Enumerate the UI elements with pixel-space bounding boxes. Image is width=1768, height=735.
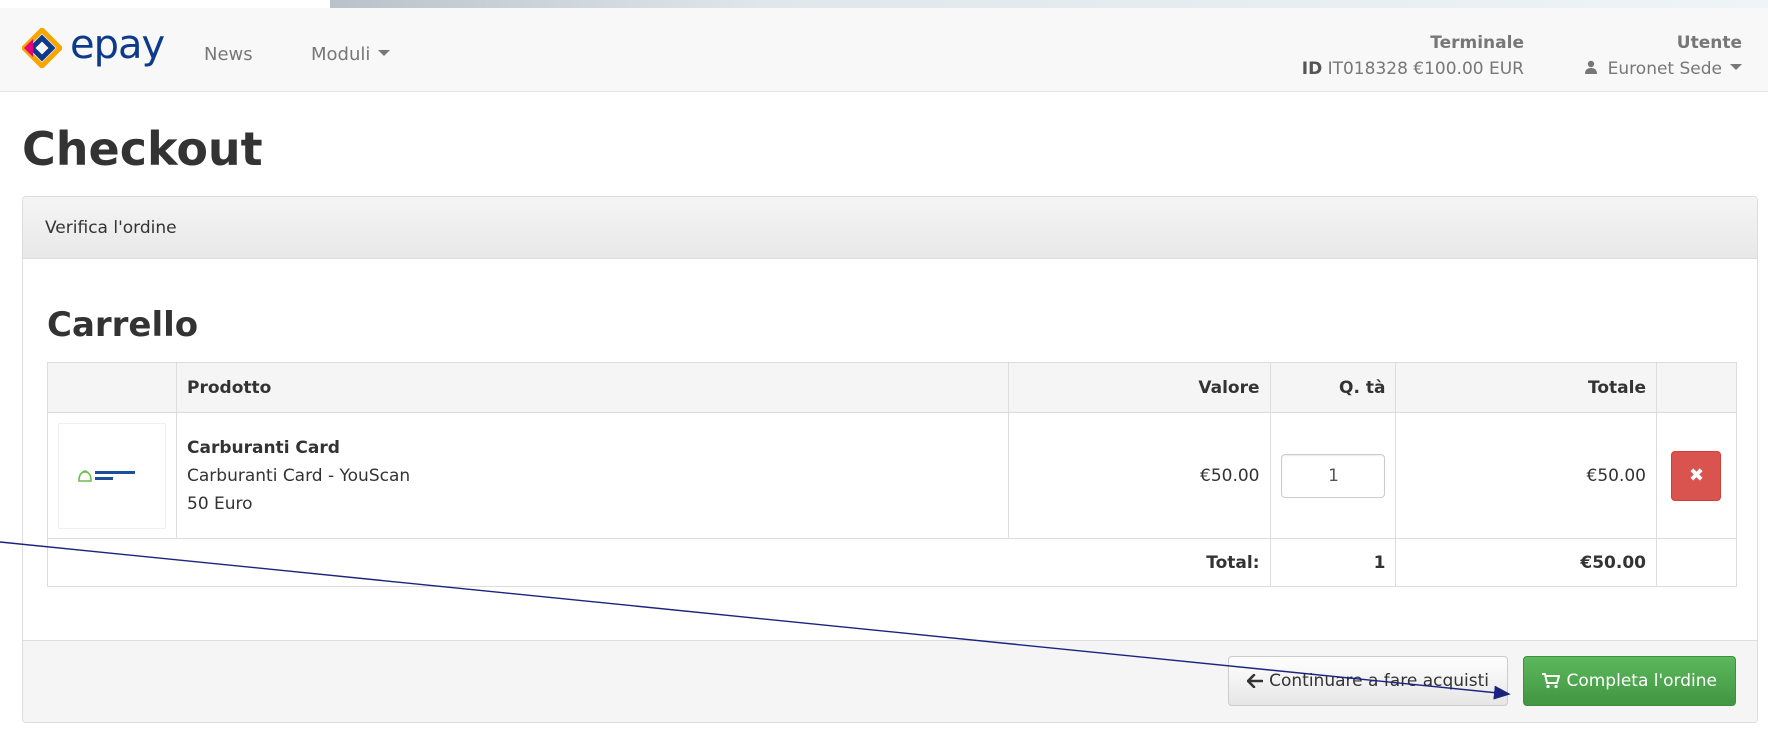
caret-down-icon [378,50,391,56]
page-title: Checkout [22,122,263,176]
product-value: €50.00 [1008,412,1271,539]
terminal-id-line: ID IT018328 €100.00 EUR [1302,56,1524,82]
continue-shopping-button[interactable]: Continuare a fare acquisti [1228,656,1508,706]
nav-moduli-label: Moduli [311,44,371,65]
brand-logo[interactable]: epay [22,22,165,70]
terminal-id-label: ID [1301,59,1323,79]
carburanti-card-logo [78,469,135,482]
header-actions [1655,362,1738,413]
panel-heading: Verifica l'ordine [23,197,1757,259]
user-menu[interactable]: Utente Euronet Sede [1584,30,1742,82]
cart-table-header-row: Prodotto Valore Q. tà Totale [47,362,1738,413]
product-name: Carburanti Card [187,437,340,458]
cart-table: Prodotto Valore Q. tà Totale Carburanti … [47,362,1738,587]
top-decorative-band [330,0,1768,8]
header-total: Totale [1395,362,1657,413]
order-panel: Verifica l'ordine Carrello Prodotto Valo… [22,196,1758,723]
brand-name: epay [70,22,165,68]
user-heading: Utente [1676,33,1742,53]
nav-news-link[interactable]: News [204,44,253,65]
shopping-cart-icon [1542,673,1561,689]
nav-moduli-dropdown[interactable]: Moduli [311,44,391,65]
navbar: epay News Moduli Terminale ID IT018328 €… [0,8,1768,92]
total-qty: 1 [1269,538,1397,587]
header-qty: Q. tà [1269,362,1397,413]
cart-title: Carrello [47,305,199,345]
user-icon [1584,60,1597,74]
delete-cell: ✖ [1655,412,1738,539]
terminal-heading: Terminale [1430,33,1524,53]
quantity-input[interactable] [1281,453,1386,498]
row-total: €50.00 [1395,412,1657,539]
footer-empty-cell [1655,538,1738,587]
product-image [58,422,166,529]
product-cell: Carburanti Card Carburanti Card - YouSca… [175,412,1010,539]
product-image-cell [47,412,177,539]
arrow-left-icon [1247,674,1264,688]
terminal-id-value: IT018328 €100.00 EUR [1327,59,1524,79]
close-icon: ✖ [1688,465,1705,486]
table-footer-row: Total: 1 €50.00 [47,538,1738,587]
complete-order-label: Completa l'ordine [1566,671,1717,691]
terminal-info: Terminale ID IT018328 €100.00 EUR [1302,30,1524,82]
caret-down-icon [1730,64,1742,70]
continue-shopping-label: Continuare a fare acquisti [1269,671,1489,691]
epay-logo-icon [22,28,62,68]
user-name: Euronet Sede [1607,59,1722,79]
panel-footer: Continuare a fare acquisti Completa l'or… [23,640,1757,722]
complete-order-button[interactable]: Completa l'ordine [1523,656,1736,706]
grand-total: €50.00 [1395,538,1657,587]
total-label: Total: [47,538,1271,587]
header-image [47,362,177,413]
header-product: Prodotto [175,362,1010,413]
qty-cell [1269,412,1397,539]
table-row: Carburanti Card Carburanti Card - YouSca… [47,412,1738,539]
product-description: Carburanti Card - YouScan [187,465,411,486]
product-denomination: 50 Euro [187,493,253,514]
user-name-line[interactable]: Euronet Sede [1584,56,1742,82]
remove-item-button[interactable]: ✖ [1671,450,1722,501]
header-value: Valore [1008,362,1271,413]
